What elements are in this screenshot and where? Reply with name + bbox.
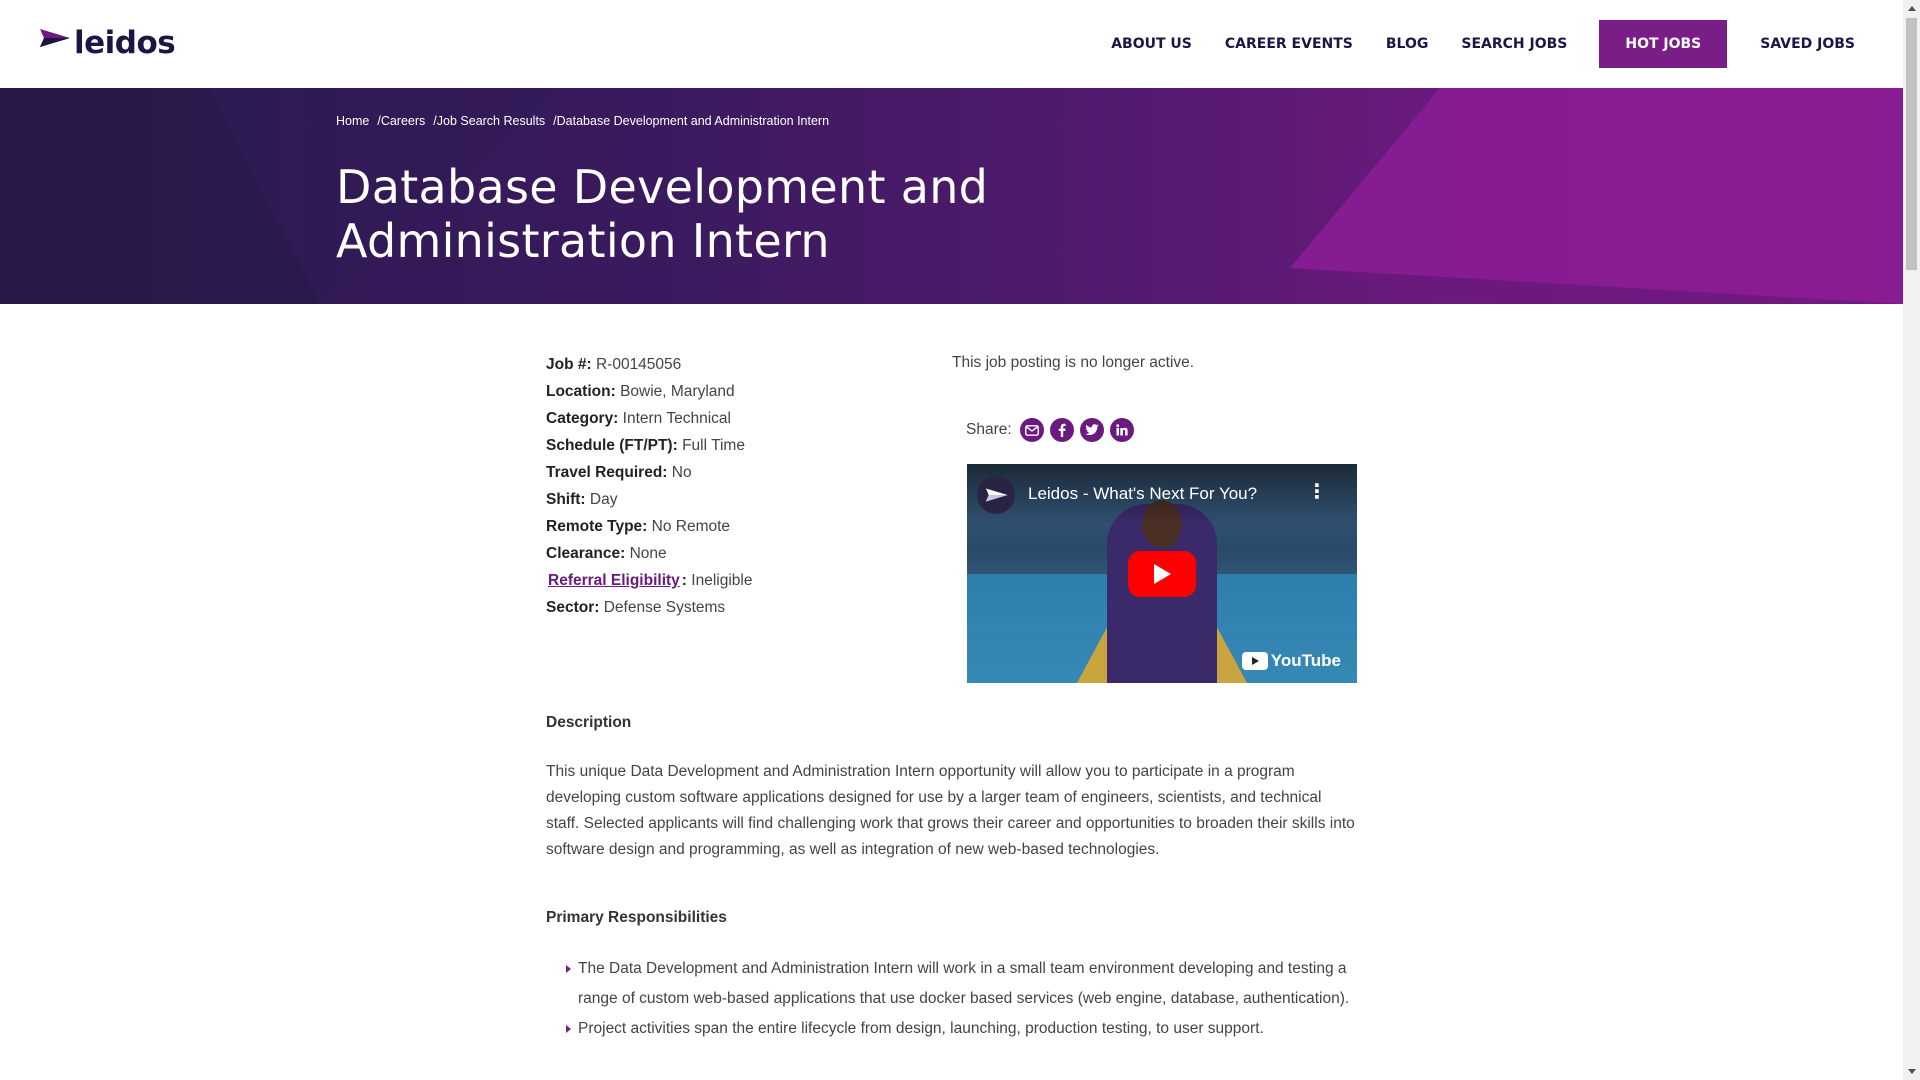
meta-value: Defense Systems	[603, 599, 726, 616]
meta-value: Day	[589, 491, 618, 508]
nav-saved-jobs[interactable]: SAVED JOBS	[1760, 36, 1855, 52]
sector-row: Sector: Defense Systems	[546, 597, 752, 624]
scroll-down-arrow-icon[interactable]	[1903, 1063, 1920, 1080]
nav-blog[interactable]: BLOG	[1386, 36, 1429, 52]
more-options-icon[interactable]: ⋮	[1307, 482, 1327, 502]
meta-value: R-00145056	[595, 356, 682, 373]
remote-type-row: Remote Type: No Remote	[546, 516, 752, 543]
nav-career-events[interactable]: CAREER EVENTS	[1225, 36, 1353, 52]
youtube-wordmark: YouTube	[1270, 651, 1341, 670]
page-scrollbar[interactable]	[1903, 0, 1920, 1080]
page-title: Database Development and Administration …	[336, 160, 989, 268]
meta-value: No Remote	[651, 518, 731, 535]
meta-label: Travel Required:	[546, 464, 668, 481]
travel-row: Travel Required: No	[546, 462, 752, 489]
leidos-logo[interactable]: leidos	[36, 25, 176, 61]
shift-row: Shift: Day	[546, 489, 752, 516]
youtube-video-embed[interactable]: Leidos - What's Next For You? ⋮ YouTube	[967, 464, 1357, 683]
channel-avatar-icon[interactable]	[977, 476, 1015, 514]
meta-label: Category:	[546, 410, 619, 427]
youtube-logo[interactable]: YouTube	[1241, 651, 1341, 671]
meta-label: Sector:	[546, 599, 600, 616]
scroll-up-arrow-icon[interactable]	[1903, 0, 1920, 17]
schedule-row: Schedule (FT/PT): Full Time	[546, 435, 752, 462]
meta-label: Clearance:	[546, 545, 626, 562]
youtube-play-icon	[1241, 652, 1268, 670]
play-button-icon[interactable]	[1128, 551, 1196, 597]
logo-mark-icon	[40, 29, 70, 47]
twitter-icon[interactable]	[1079, 418, 1104, 442]
job-hero-banner: Home / Careers / Job Search Results / Da…	[0, 88, 1903, 304]
description-paragraph: This unique Data Development and Adminis…	[546, 763, 1355, 858]
breadcrumb-job-search-results[interactable]: Job Search Results	[437, 114, 545, 128]
category-row: Category: Intern Technical	[546, 408, 752, 435]
meta-label: Location:	[546, 383, 616, 400]
job-status-notice: This job posting is no longer active.	[952, 354, 1195, 371]
meta-value: Bowie, Maryland	[620, 383, 735, 400]
responsibilities-list: The Data Development and Administration …	[546, 954, 1356, 1044]
site-header: leidos ABOUT US CAREER EVENTS BLOG SEARC…	[0, 0, 1903, 88]
breadcrumb-home[interactable]: Home	[336, 114, 369, 128]
meta-label: Schedule (FT/PT):	[546, 437, 678, 454]
breadcrumb-current-job: Database Development and Administration …	[556, 114, 830, 128]
nav-hot-jobs-button[interactable]: HOT JOBS	[1599, 20, 1728, 68]
list-item: The Data Development and Administration …	[546, 954, 1356, 1014]
nav-about-us[interactable]: ABOUT US	[1111, 36, 1192, 52]
responsibilities-heading: Primary Responsibilities	[546, 909, 727, 926]
meta-value: Full Time	[682, 437, 745, 454]
nav-search-jobs[interactable]: SEARCH JOBS	[1461, 36, 1567, 52]
meta-value: Intern Technical	[622, 410, 731, 427]
referral-eligibility-link[interactable]: Referral Eligibility	[546, 572, 682, 589]
meta-value: No	[671, 464, 692, 481]
location-row: Location: Bowie, Maryland	[546, 381, 752, 408]
breadcrumb-careers[interactable]: Careers	[381, 114, 425, 128]
job-details-list: Job #: R-00145056 Location: Bowie, Maryl…	[546, 354, 752, 624]
email-icon[interactable]	[1019, 418, 1044, 442]
meta-label: Shift:	[546, 491, 586, 508]
job-number-row: Job #: R-00145056	[546, 354, 752, 381]
meta-label: Remote Type:	[546, 518, 648, 535]
referral-eligibility-row: Referral Eligibility: Ineligible	[546, 572, 753, 589]
scrollbar-thumb[interactable]	[1906, 18, 1917, 270]
facebook-icon[interactable]	[1049, 418, 1074, 442]
linkedin-icon[interactable]	[1109, 418, 1134, 442]
clearance-row: Clearance: None	[546, 543, 752, 570]
meta-label: Job #:	[546, 356, 592, 373]
share-bar: Share:	[966, 418, 1140, 442]
video-title[interactable]: Leidos - What's Next For You?	[1028, 484, 1257, 504]
description-heading: Description	[546, 714, 632, 731]
list-item: Project activities span the entire lifec…	[546, 1014, 1356, 1044]
meta-value: Ineligible	[691, 572, 753, 589]
share-label: Share:	[966, 421, 1012, 438]
meta-value: None	[629, 545, 667, 562]
main-nav: ABOUT US CAREER EVENTS BLOG SEARCH JOBS …	[1078, 20, 1855, 68]
breadcrumb: Home / Careers / Job Search Results / Da…	[336, 114, 829, 128]
logo-text: leidos	[74, 25, 176, 61]
